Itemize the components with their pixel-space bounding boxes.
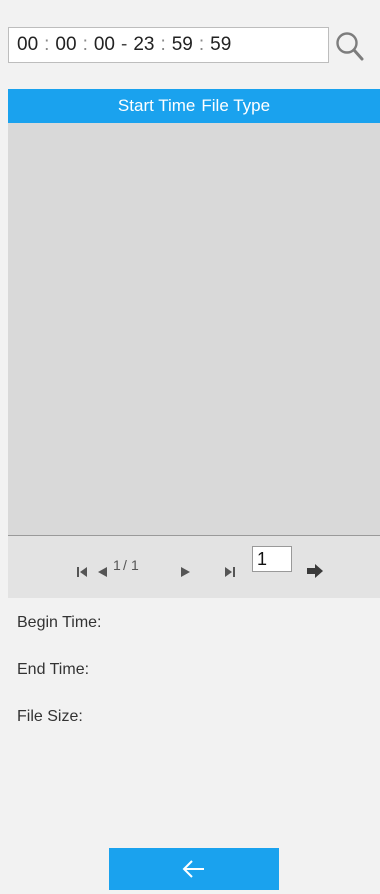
back-button[interactable] (109, 848, 279, 890)
search-button[interactable] (334, 29, 366, 63)
list-header: Start Time File Type (8, 89, 380, 123)
first-page-icon[interactable] (76, 566, 88, 578)
page-number-input[interactable] (252, 546, 292, 572)
page-slash: / (123, 557, 127, 573)
end-hour-field[interactable]: 23 (133, 34, 154, 56)
time-range-input[interactable]: 00 : 00 : 00 - 23 : 59 : 59 (8, 27, 329, 63)
file-size-label: File Size: (17, 708, 83, 725)
time-separator: : (82, 34, 88, 55)
back-arrow-icon (182, 860, 204, 878)
next-page-icon[interactable] (180, 566, 192, 578)
end-second-field[interactable]: 59 (210, 34, 231, 56)
column-start-time[interactable]: Start Time (118, 96, 195, 116)
pagination-bar (8, 536, 380, 598)
time-separator: : (160, 34, 166, 55)
go-arrow-icon[interactable] (306, 563, 324, 579)
file-list[interactable] (8, 123, 380, 536)
start-hour-field[interactable]: 00 (17, 34, 38, 56)
start-minute-field[interactable]: 00 (55, 34, 76, 56)
time-separator: : (44, 34, 50, 55)
playback-panel: 00 : 00 : 00 - 23 : 59 : 59 Start Time F… (0, 0, 380, 894)
last-page-icon[interactable] (224, 566, 236, 578)
current-page: 1 (113, 557, 121, 573)
column-file-type[interactable]: File Type (201, 96, 270, 116)
start-second-field[interactable]: 00 (94, 34, 115, 56)
time-separator: : (198, 34, 205, 55)
end-minute-field[interactable]: 59 (172, 34, 193, 56)
search-icon (336, 32, 364, 61)
end-time-label: End Time: (17, 661, 90, 678)
total-pages: 1 (131, 557, 139, 573)
prev-page-icon[interactable] (96, 566, 108, 578)
range-separator: - (120, 34, 128, 55)
begin-time-label: Begin Time: (17, 614, 102, 631)
